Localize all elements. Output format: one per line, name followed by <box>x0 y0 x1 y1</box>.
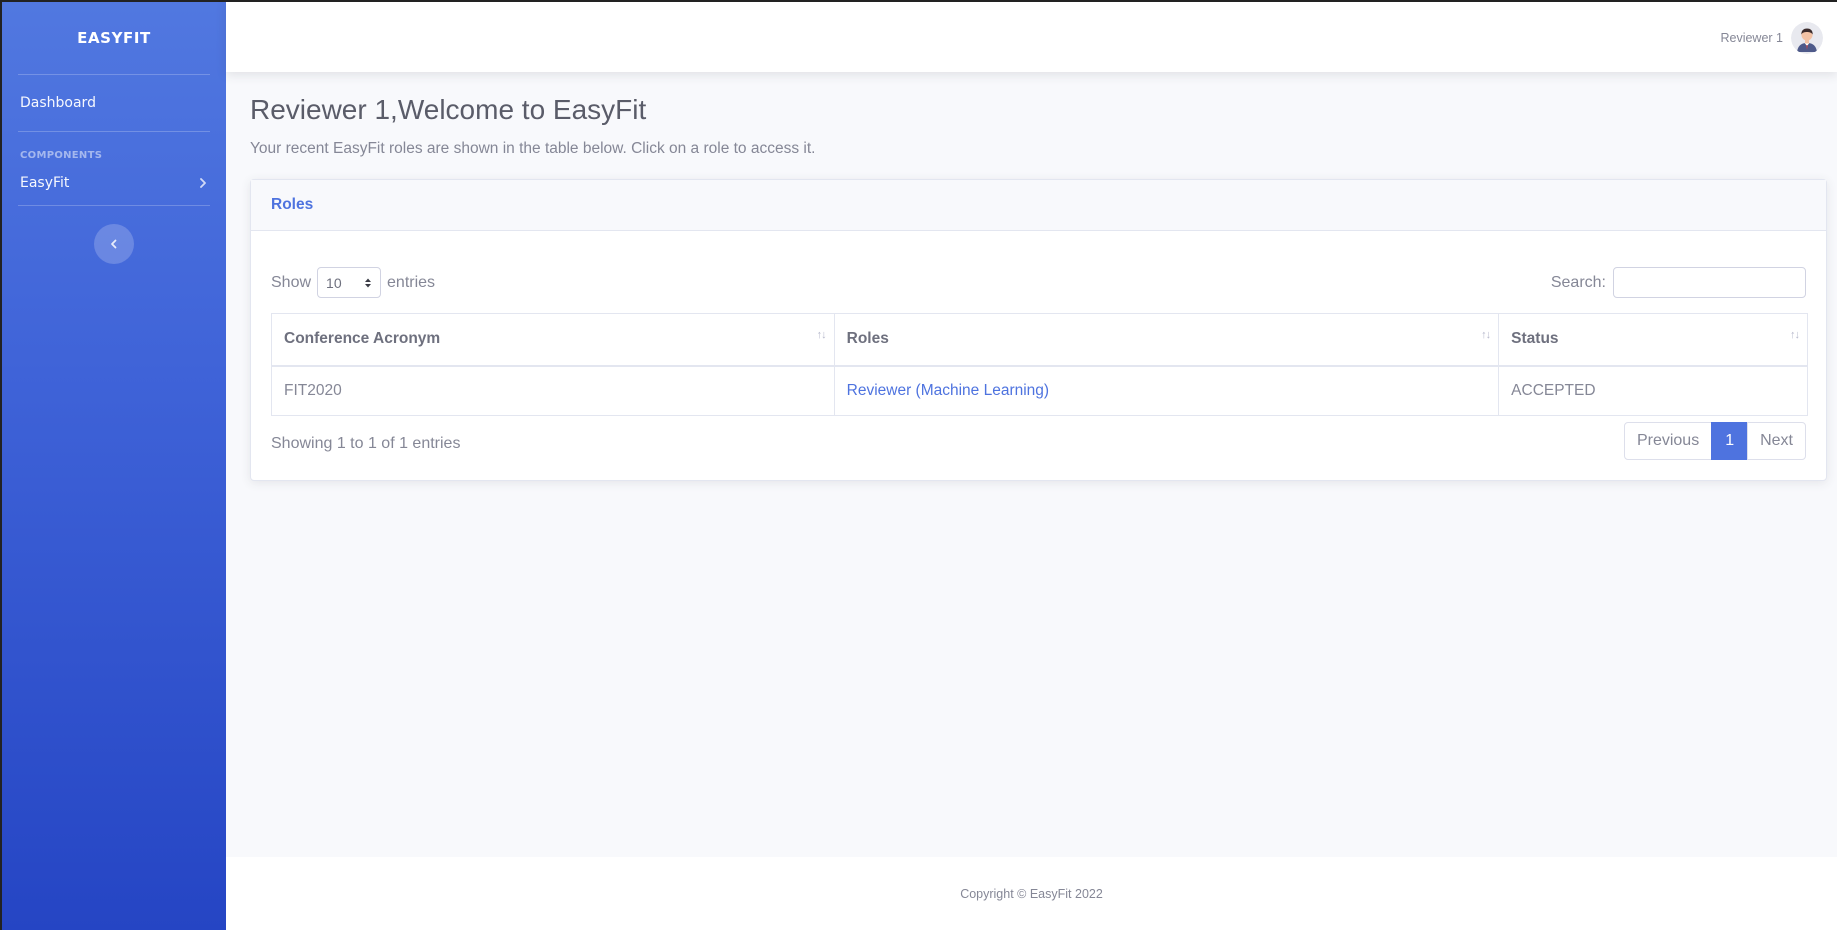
column-header-conference-acronym[interactable]: Conference Acronym ↑↓ <box>271 313 835 367</box>
entries-length: Show 10 entries <box>271 267 435 298</box>
column-header-roles[interactable]: Roles ↑↓ <box>833 313 1500 367</box>
show-label: Show <box>271 273 312 291</box>
brand-text: EASYFIT <box>77 29 151 47</box>
search-label: Search: <box>1550 273 1606 291</box>
table-row: FIT2020 Reviewer (Machine Learning) ACCE… <box>271 365 1808 416</box>
user-avatar-icon <box>1791 22 1823 54</box>
table-header-row: Conference Acronym ↑↓ Roles ↑↓ Status ↑↓ <box>271 313 1808 367</box>
copyright-text: Copyright © EasyFit 2022 <box>960 886 1103 901</box>
avatar <box>1791 22 1823 54</box>
page-description: Your recent EasyFit roles are shown in t… <box>250 140 816 157</box>
sort-icon: ↑↓ <box>1481 329 1491 341</box>
sidebar: EASYFIT Dashboard COMPONENTS EasyFit <box>0 0 226 930</box>
roles-table: Conference Acronym ↑↓ Roles ↑↓ Status ↑↓… <box>271 313 1808 416</box>
cell-role: Reviewer (Machine Learning) <box>833 365 1500 416</box>
column-header-label: Conference Acronym <box>284 330 441 348</box>
next-button[interactable]: Next <box>1747 422 1806 460</box>
entries-label: entries <box>387 273 436 291</box>
pagination: Previous 1 Next <box>1623 422 1806 460</box>
cell-status: ACCEPTED <box>1498 365 1808 416</box>
sort-icon: ↑↓ <box>816 329 827 341</box>
search-input[interactable] <box>1613 267 1806 298</box>
table-info: Showing 1 to 1 of 1 entries <box>271 435 461 452</box>
main-content: Reviewer 1,Welcome to EasyFit Your recen… <box>250 94 1827 158</box>
footer: Copyright © EasyFit 2022 <box>226 857 1837 930</box>
sidebar-toggle-button[interactable] <box>94 224 134 264</box>
column-header-label: Roles <box>846 330 889 348</box>
column-header-label: Status <box>1511 330 1559 348</box>
sidebar-item-easyfit[interactable]: EasyFit <box>2 161 226 205</box>
chevron-right-icon <box>200 178 206 188</box>
cell-conference-acronym: FIT2020 <box>271 365 835 416</box>
roles-card: Roles Show 10 entries Search: Conference… <box>250 179 1827 481</box>
sidebar-item-label: Dashboard <box>20 95 96 111</box>
user-name: Reviewer 1 <box>1720 31 1783 45</box>
user-dropdown[interactable]: Reviewer 1 <box>1720 22 1823 54</box>
page-1-button[interactable]: 1 <box>1711 422 1749 460</box>
chevron-left-icon <box>111 239 117 249</box>
entries-select-value: 10 <box>326 274 342 291</box>
table-controls: Show 10 entries Search: <box>271 267 1806 301</box>
sort-icon: ↑↓ <box>1790 329 1800 341</box>
sidebar-heading: COMPONENTS <box>20 150 103 161</box>
card-header: Roles <box>251 180 1826 231</box>
page-title: Reviewer 1,Welcome to EasyFit <box>250 94 647 125</box>
select-arrows-icon <box>365 278 372 287</box>
sidebar-item-label: EasyFit <box>20 175 70 191</box>
sidebar-item-dashboard[interactable]: Dashboard <box>2 75 226 131</box>
role-link[interactable]: Reviewer (Machine Learning) <box>847 382 1049 399</box>
previous-button[interactable]: Previous <box>1623 422 1713 460</box>
entries-select[interactable]: 10 <box>317 267 382 298</box>
topbar: Reviewer 1 <box>226 0 1837 72</box>
column-header-status[interactable]: Status ↑↓ <box>1498 313 1808 367</box>
table-search: Search: <box>1551 267 1806 298</box>
brand-logo[interactable]: EASYFIT <box>2 2 226 74</box>
card-title: Roles <box>271 196 314 213</box>
sidebar-divider <box>18 205 210 206</box>
